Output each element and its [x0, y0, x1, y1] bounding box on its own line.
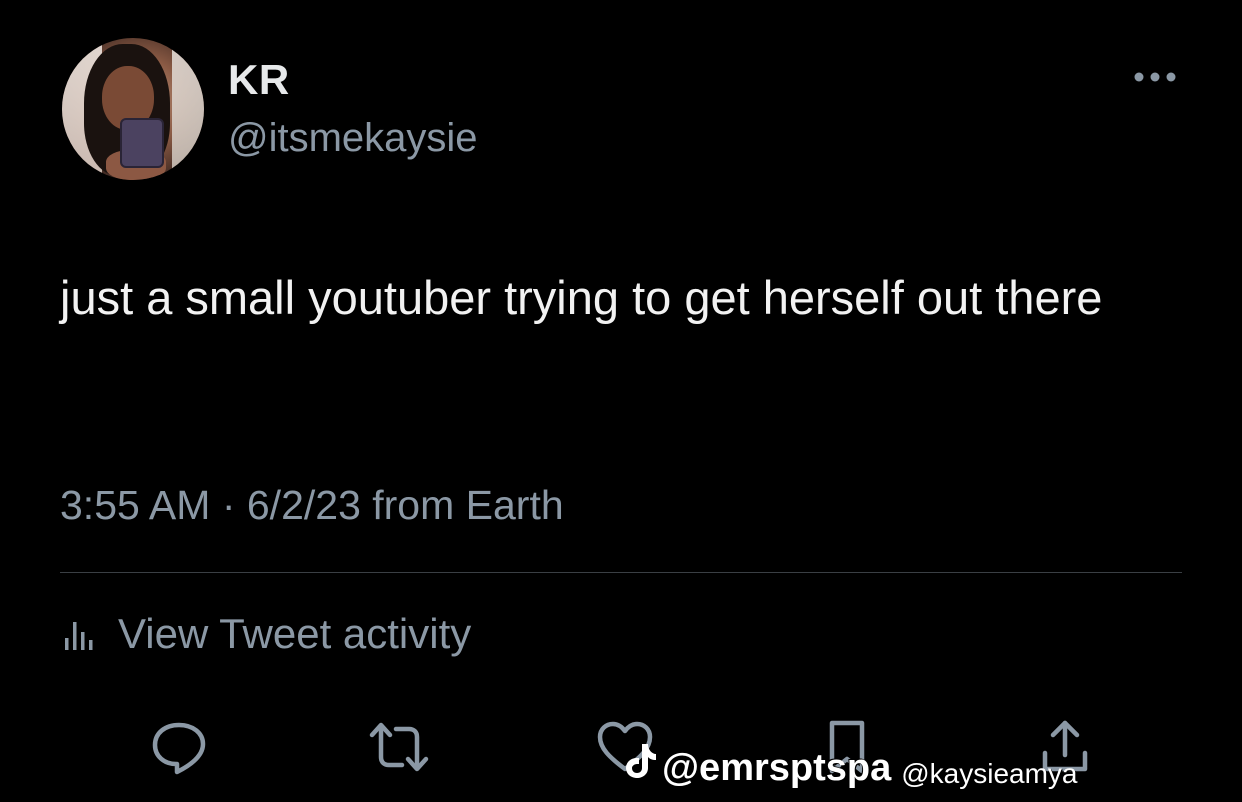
view-tweet-activity-label: View Tweet activity [118, 610, 472, 657]
meta-separator: · [210, 482, 247, 528]
divider [60, 572, 1182, 573]
bar-chart-icon [65, 622, 93, 650]
author-handle[interactable]: @itsmekaysie [228, 116, 478, 161]
tweet-time[interactable]: 3:55 AM [60, 482, 210, 528]
avatar-background-right [172, 38, 204, 180]
reply-bubble-icon [152, 722, 206, 775]
share-button[interactable] [1030, 712, 1100, 782]
bookmark-button[interactable] [812, 712, 882, 782]
avatar-phone [120, 118, 164, 168]
share-upload-icon [1042, 720, 1088, 772]
tweet-source: from Earth [360, 482, 564, 528]
tweet-metadata: 3:55 AM · 6/2/23 from Earth [60, 482, 564, 529]
author-display-name[interactable]: KR [228, 56, 290, 104]
avatar[interactable] [62, 38, 204, 180]
tweet-date[interactable]: 6/2/23 [247, 482, 361, 528]
heart-icon [597, 721, 653, 772]
reply-button[interactable] [144, 712, 214, 782]
view-tweet-activity-link[interactable]: View Tweet activity [60, 606, 471, 662]
like-button[interactable] [590, 712, 660, 782]
more-options-button[interactable] [1130, 60, 1180, 94]
retweet-icon [369, 722, 429, 772]
bookmark-icon [829, 720, 865, 774]
action-bar [0, 712, 1242, 792]
retweet-button[interactable] [364, 712, 434, 782]
tweet-detail: KR @itsmekaysie just a small youtuber tr… [0, 0, 1242, 802]
tweet-text: just a small youtuber trying to get hers… [60, 271, 1103, 324]
more-horizontal-icon [1134, 72, 1176, 82]
